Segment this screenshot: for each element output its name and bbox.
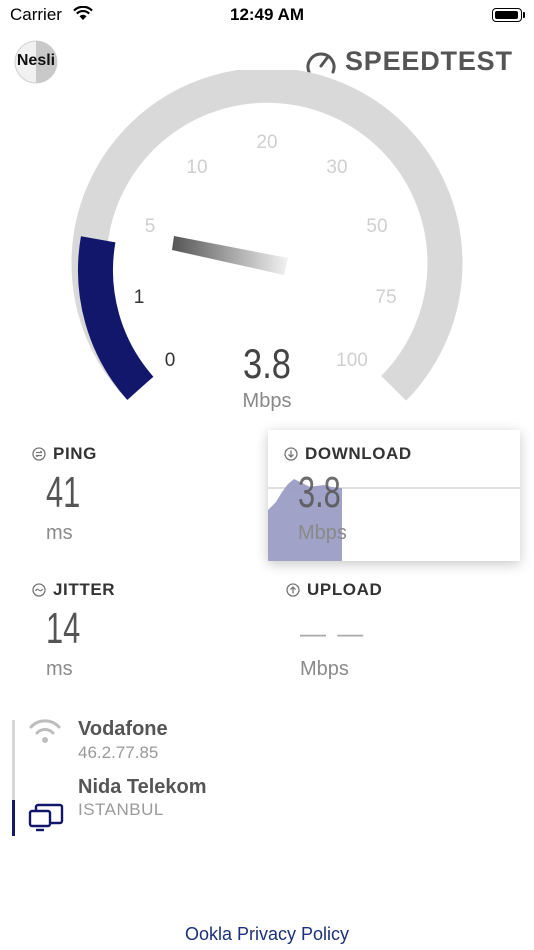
download-label: DOWNLOAD — [305, 444, 412, 463]
upload-value: — — — [300, 618, 366, 648]
isp-ip: 46.2.77.85 — [78, 743, 159, 762]
tick-label: 75 — [375, 287, 396, 308]
ping-icon — [32, 447, 46, 461]
ping-unit: ms — [46, 522, 73, 544]
tick-label: 5 — [145, 216, 156, 237]
ping-label-row: PING — [32, 444, 97, 464]
ping-label: PING — [53, 444, 97, 463]
upload-label-row: UPLOAD — [286, 580, 382, 600]
tick-label: 30 — [326, 157, 347, 178]
ping-value: 41 — [46, 468, 81, 517]
tick-label: 50 — [366, 216, 387, 237]
download-unit: Mbps — [298, 522, 347, 544]
server-name[interactable]: Nida Telekom — [78, 776, 207, 799]
download-label-row: DOWNLOAD — [284, 444, 412, 464]
server-selector-active — [12, 800, 15, 836]
download-value: 3.8 — [298, 468, 341, 517]
jitter-label-row: JITTER — [32, 580, 115, 600]
avatar-label: Nesli — [16, 52, 56, 69]
battery-icon — [492, 8, 522, 22]
upload-arrow-icon — [286, 583, 300, 597]
jitter-icon — [32, 583, 46, 597]
upload-unit: Mbps — [300, 658, 349, 680]
gauge-needle — [172, 236, 288, 275]
jitter-value: 14 — [46, 604, 81, 653]
server-devices-icon[interactable] — [28, 803, 64, 833]
jitter-unit: ms — [46, 658, 73, 680]
wifi-icon — [29, 719, 61, 743]
upload-label: UPLOAD — [307, 580, 383, 599]
battery-tip — [523, 12, 525, 18]
download-arrow-icon — [284, 447, 298, 461]
gauge-speed-unit: Mbps — [242, 390, 292, 412]
server-location: ISTANBUL — [78, 800, 164, 819]
battery-level — [495, 11, 518, 19]
jitter-label: JITTER — [53, 580, 116, 599]
privacy-policy-link[interactable]: Ookla Privacy Policy — [0, 924, 534, 945]
status-time: 12:49 AM — [229, 5, 304, 24]
tick-label: 20 — [256, 132, 277, 153]
tick-label: 1 — [134, 287, 145, 308]
isp-name: Vodafone — [78, 718, 168, 740]
gauge-speed-value: 3.8 — [243, 340, 291, 387]
tick-label: 10 — [186, 157, 207, 178]
